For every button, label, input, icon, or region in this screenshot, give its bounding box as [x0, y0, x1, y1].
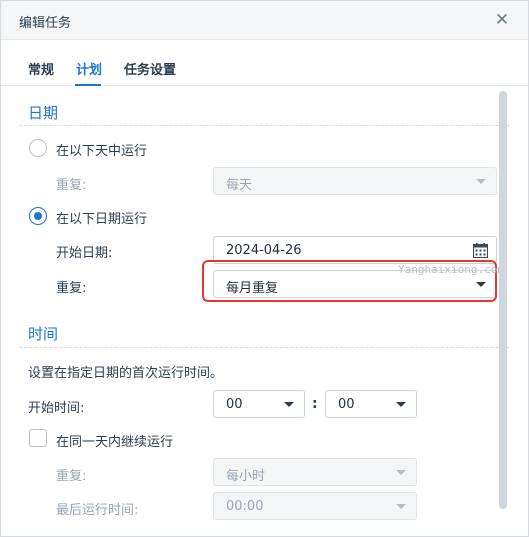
repeat-hourly-value: 每小时 — [226, 469, 266, 484]
time-description: 设置在指定日期的首次运行时间。 — [28, 366, 224, 381]
chevron-down-icon[interactable] — [284, 402, 294, 407]
tab-general[interactable]: 常规 — [28, 59, 54, 78]
chevron-down-icon[interactable] — [396, 402, 406, 407]
edit-task-dialog: 编辑任务 ✕ 常规 计划 任务设置 日期 在以下天中运行 重复: 每天 在以下日… — [0, 0, 529, 537]
repeat-daily-select: 每天 — [213, 167, 497, 195]
chevron-down-icon — [396, 504, 406, 509]
start-hour-value: 00 — [226, 397, 243, 412]
start-minute-select[interactable]: 00 — [325, 390, 417, 418]
repeat-hourly-label: 重复: — [56, 469, 87, 484]
start-time-label: 开始时间: — [28, 401, 85, 416]
chevron-down-icon — [396, 470, 406, 475]
date-section-title: 日期 — [28, 104, 59, 122]
tab-schedule[interactable]: 计划 — [76, 59, 102, 78]
section-divider — [19, 347, 509, 348]
start-date-value: 2024-04-26 — [226, 243, 302, 258]
close-icon[interactable]: ✕ — [492, 10, 512, 30]
run-on-date-label: 在以下日期运行 — [56, 212, 148, 227]
repeat-hourly-select: 每小时 — [213, 458, 417, 486]
active-tab-indicator — [75, 84, 101, 86]
tab-bar: 常规 计划 任务设置 — [1, 41, 528, 86]
repeat-daily-label: 重复: — [56, 178, 87, 193]
repeat-label: 重复: — [56, 281, 87, 296]
continue-same-day-label: 在同一天内继续运行 — [56, 435, 174, 450]
start-hour-select[interactable]: 00 — [213, 390, 305, 418]
scrollbar-thumb[interactable] — [499, 91, 507, 509]
last-run-time-value: 00:00 — [226, 499, 264, 514]
repeat-daily-value: 每天 — [226, 178, 253, 193]
scrollbar[interactable] — [499, 91, 507, 509]
continue-same-day-checkbox[interactable] — [29, 429, 47, 447]
dialog-titlebar: 编辑任务 ✕ — [1, 1, 528, 40]
start-minute-value: 00 — [338, 397, 355, 412]
run-on-days-label: 在以下天中运行 — [56, 144, 148, 159]
watermark: Yanghaixiong.com — [398, 263, 504, 276]
dialog-title: 编辑任务 — [19, 16, 72, 31]
time-separator: : — [312, 396, 318, 412]
section-divider — [19, 125, 509, 126]
last-run-time-select: 00:00 — [213, 492, 417, 520]
time-section-title: 时间 — [28, 325, 59, 343]
last-run-time-label: 最后运行时间: — [56, 503, 139, 518]
run-on-date-radio[interactable] — [29, 207, 47, 225]
chevron-down-icon — [476, 179, 486, 184]
calendar-icon[interactable] — [473, 243, 488, 258]
run-on-days-radio[interactable] — [29, 139, 47, 157]
start-date-label: 开始日期: — [56, 246, 113, 261]
tab-task-settings[interactable]: 任务设置 — [124, 59, 176, 78]
